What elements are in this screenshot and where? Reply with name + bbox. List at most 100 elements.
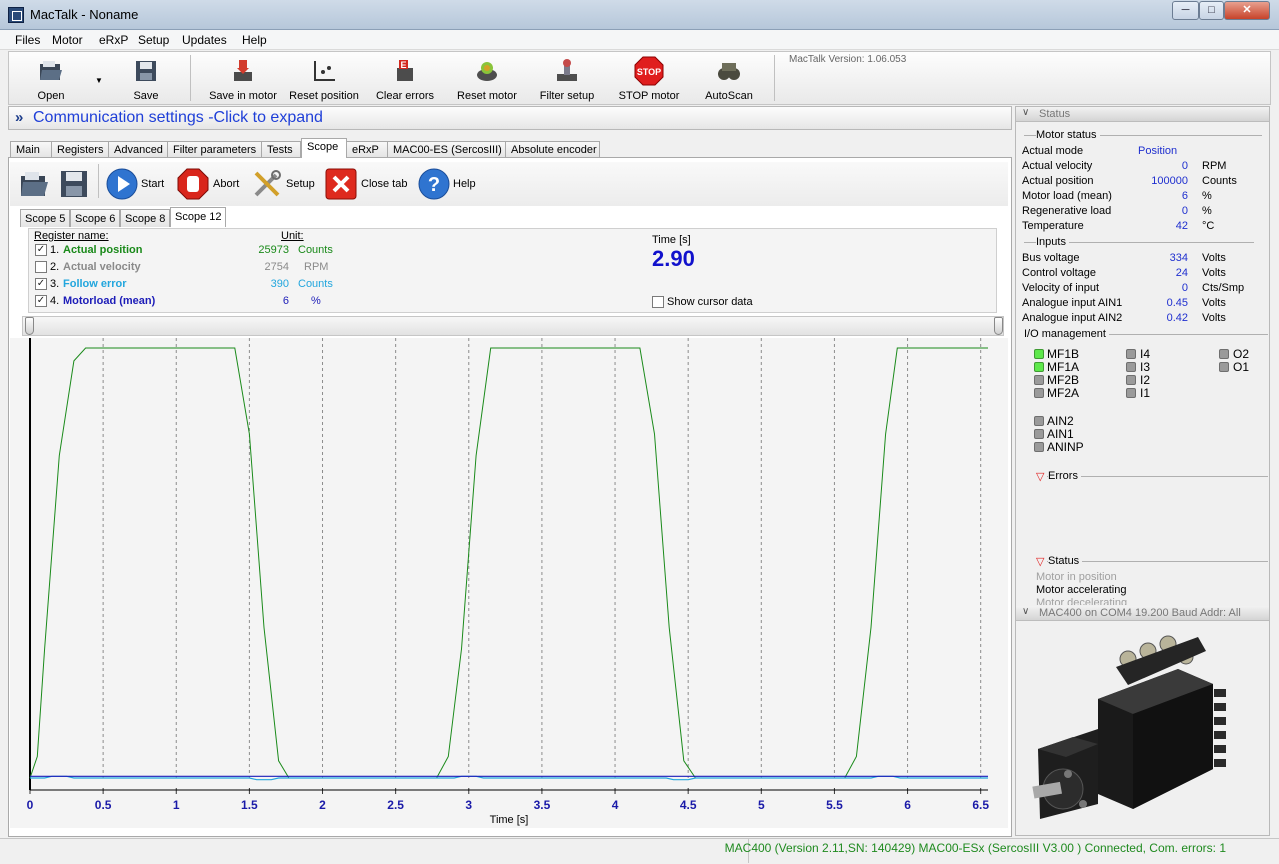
- scope-plot[interactable]: 0 0.5 1 1.5 2 2.5 3 3.5 4 4.5 5 5.5 6 6.5 Time [s]: [10, 338, 1008, 828]
- tab-scope-12[interactable]: Scope 12: [170, 207, 226, 227]
- o1-led: [1219, 362, 1229, 372]
- errors-expand-icon[interactable]: ▽: [1036, 470, 1048, 483]
- svg-text:E: E: [401, 60, 407, 70]
- tab-scope-5[interactable]: Scope 5: [20, 209, 70, 227]
- minimize-button[interactable]: ─: [1172, 1, 1199, 20]
- menu-motor[interactable]: Motor: [52, 33, 83, 47]
- time-range-slider[interactable]: [22, 316, 1004, 336]
- scope-open-button[interactable]: [18, 166, 50, 202]
- slider-end-handle[interactable]: [994, 317, 1003, 335]
- show-cursor-checkbox[interactable]: [652, 296, 664, 308]
- ain1-io-label: AIN1: [1047, 427, 1074, 441]
- save-in-motor-button[interactable]: Save in motor: [206, 52, 280, 104]
- x-tick-label: 6.5: [972, 798, 989, 812]
- abort-button[interactable]: Abort: [177, 166, 243, 202]
- maximize-button[interactable]: □: [1199, 1, 1224, 20]
- reset-motor-icon: [477, 62, 497, 81]
- clear-errors-button[interactable]: E Clear errors: [371, 52, 439, 104]
- i2-led: [1126, 375, 1136, 385]
- control-voltage-unit: Volts: [1202, 267, 1226, 279]
- tools-icon: [254, 170, 281, 197]
- download-motor-icon: [234, 60, 252, 81]
- mf2b-label: MF2B: [1047, 373, 1080, 387]
- status-expand-icon[interactable]: ▽: [1036, 555, 1048, 568]
- tab-advanced[interactable]: Advanced: [108, 141, 168, 158]
- ain2-led: [1034, 416, 1044, 426]
- register-2-checkbox[interactable]: [35, 261, 47, 273]
- x-tick-label: 6: [904, 798, 911, 812]
- bus-voltage-label: Bus voltage: [1022, 252, 1080, 264]
- menu-setup[interactable]: Setup: [138, 33, 169, 47]
- scope-save-button[interactable]: [58, 166, 90, 202]
- tab-scope[interactable]: Scope: [301, 138, 347, 158]
- inputs-label: Inputs: [1036, 236, 1069, 248]
- device-panel-header[interactable]: MAC400 on COM4 19.200 Baud Addr: All: [1016, 606, 1269, 621]
- register-3-checkbox[interactable]: ✓: [35, 278, 47, 290]
- stop-sign-icon: STOP: [634, 56, 664, 86]
- menu-files[interactable]: Files: [15, 33, 40, 47]
- connection-status: MAC400 (Version 2.11,SN: 140429) MAC00-E…: [724, 841, 1226, 855]
- status-panel-header[interactable]: Status: [1016, 107, 1269, 122]
- tab-erxp[interactable]: eRxP: [346, 141, 388, 158]
- menu-help[interactable]: Help: [242, 33, 267, 47]
- register-1-name: Actual position: [63, 244, 143, 256]
- communication-settings-bar[interactable]: » Communication settings -Click to expan…: [8, 106, 1012, 130]
- register-4-checkbox[interactable]: ✓: [35, 295, 47, 307]
- close-tab-button[interactable]: Close tab: [325, 166, 407, 202]
- play-icon: [106, 168, 138, 200]
- mf1a-label: MF1A: [1047, 360, 1080, 374]
- register-4-name: Motorload (mean): [63, 295, 156, 307]
- open-dropdown[interactable]: ▼: [93, 52, 105, 104]
- ain2-value: 0.42: [1166, 312, 1188, 324]
- ain1-led: [1034, 429, 1044, 439]
- motor-load-label: Motor load (mean): [1022, 190, 1112, 202]
- io-management-label: I/O management: [1024, 328, 1109, 340]
- velocity-of-input-label: Velocity of input: [1022, 282, 1100, 294]
- tab-tests[interactable]: Tests: [261, 141, 301, 158]
- reset-position-button[interactable]: Reset position: [287, 52, 361, 104]
- tab-main[interactable]: Main: [10, 141, 52, 158]
- close-button[interactable]: ✕: [1224, 1, 1270, 20]
- setup-button[interactable]: Setup: [251, 166, 317, 202]
- tab-scope-8[interactable]: Scope 8: [120, 209, 170, 227]
- status-item-accelerating: Motor accelerating: [1036, 584, 1127, 596]
- o1-label: O1: [1233, 360, 1250, 374]
- filter-setup-button[interactable]: Filter setup: [535, 52, 599, 104]
- slider-start-handle[interactable]: [25, 317, 34, 335]
- motor-load-unit: %: [1202, 190, 1212, 202]
- register-1-checkbox[interactable]: ✓: [35, 244, 47, 256]
- regenerative-load-label: Regenerative load: [1022, 205, 1112, 217]
- status-panel: Status Motor status Actual mode Position…: [1015, 106, 1270, 836]
- tab-registers[interactable]: Registers: [51, 141, 109, 158]
- x-tick-label: 2: [319, 798, 326, 812]
- mf2a-led: [1034, 388, 1044, 398]
- actual-position-value: 100000: [1151, 175, 1188, 187]
- i2-label: I2: [1140, 373, 1151, 387]
- tab-scope-6[interactable]: Scope 6: [70, 209, 120, 227]
- menu-erxp[interactable]: eRxP: [99, 33, 128, 47]
- tab-filter-parameters[interactable]: Filter parameters: [167, 141, 262, 158]
- ain1-unit: Volts: [1202, 297, 1226, 309]
- menu-updates[interactable]: Updates: [182, 33, 227, 47]
- save-button[interactable]: Save: [121, 52, 171, 104]
- status-item-decelerating: Motor decelerating: [1036, 597, 1128, 605]
- main-tab-strip: Main Registers Advanced Filter parameter…: [8, 138, 1012, 158]
- register-4-index: 4.: [50, 295, 60, 307]
- start-button[interactable]: Start: [106, 166, 170, 202]
- tab-mac00-es[interactable]: MAC00-ES (SercosIII): [387, 141, 506, 158]
- mf1b-label: MF1B: [1047, 347, 1080, 361]
- i1-label: I1: [1140, 386, 1151, 400]
- help-button[interactable]: ? Help: [418, 166, 478, 202]
- actual-position-unit: Counts: [1202, 175, 1237, 187]
- tab-absolute-encoder[interactable]: Absolute encoder: [505, 141, 600, 158]
- x-tick-label: 5.5: [826, 798, 843, 812]
- ain1-label: Analogue input AIN1: [1022, 297, 1123, 309]
- reset-motor-button[interactable]: Reset motor: [451, 52, 523, 104]
- regenerative-load-unit: %: [1202, 205, 1212, 217]
- open-button[interactable]: Open: [25, 52, 77, 104]
- autoscan-button[interactable]: AutoScan: [699, 52, 759, 104]
- stop-motor-button[interactable]: STOP STOP motor: [613, 52, 685, 104]
- temperature-value: 42: [1175, 220, 1188, 232]
- status-group-label: Status: [1048, 555, 1083, 567]
- actual-position-label: Actual position: [1022, 175, 1094, 187]
